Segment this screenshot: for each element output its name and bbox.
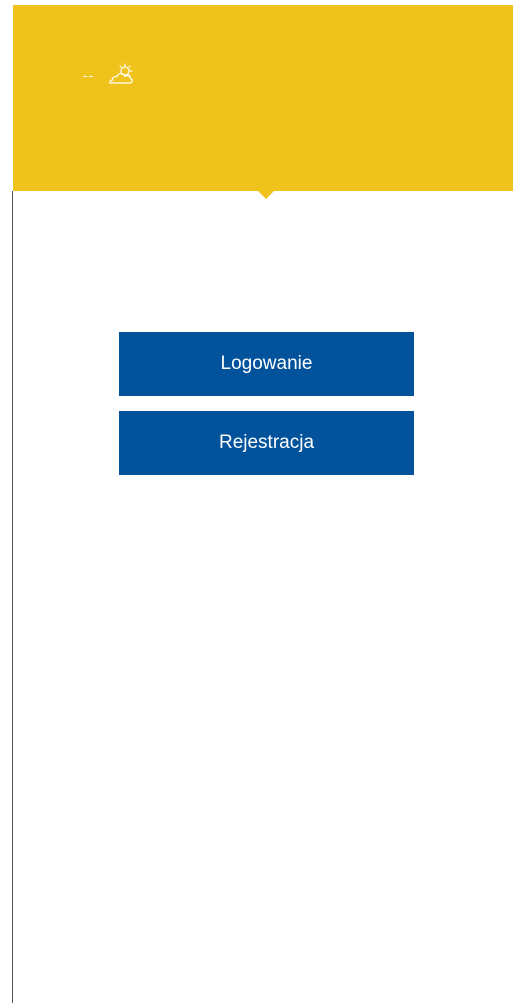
app-page: -- Logowanie Rejestracja [0, 0, 513, 1003]
left-divider [12, 191, 13, 1003]
weather-temperature: -- [83, 67, 95, 83]
partly-cloudy-icon [109, 63, 134, 84]
weather-widget: -- [83, 63, 136, 87]
header-pointer [258, 191, 274, 199]
register-button[interactable]: Rejestracja [119, 411, 414, 475]
login-button[interactable]: Logowanie [119, 332, 414, 396]
header-banner: -- [13, 5, 513, 191]
